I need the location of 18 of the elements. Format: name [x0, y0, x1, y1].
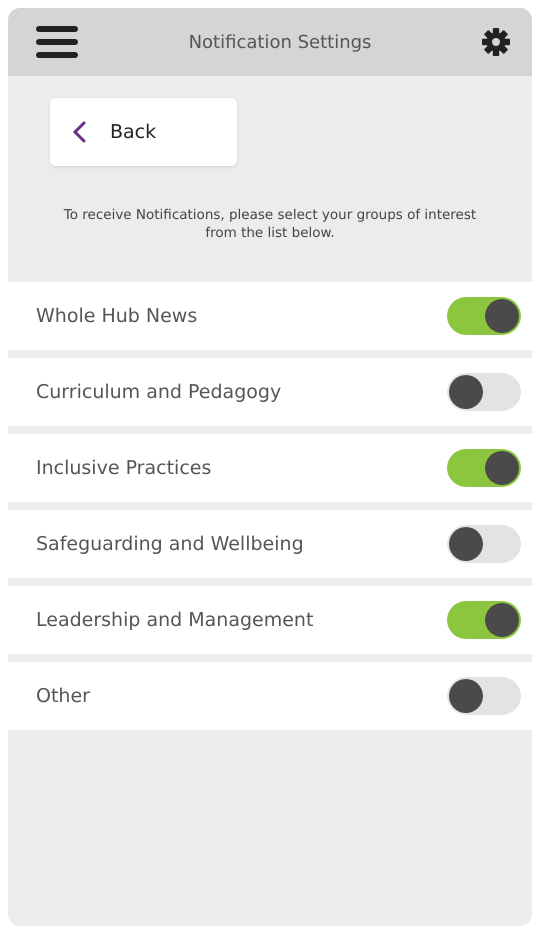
- group-label: Safeguarding and Wellbeing: [36, 533, 304, 555]
- menu-icon[interactable]: [36, 25, 78, 59]
- toggle-switch[interactable]: [447, 297, 521, 335]
- chevron-left-icon: [72, 121, 86, 143]
- toggle-switch[interactable]: [447, 525, 521, 563]
- back-button[interactable]: Back: [50, 98, 237, 166]
- toggle-switch[interactable]: [447, 449, 521, 487]
- group-label: Other: [36, 685, 90, 707]
- toggle-switch[interactable]: [447, 601, 521, 639]
- screen-title: Notification Settings: [188, 32, 372, 52]
- group-label: Inclusive Practices: [36, 457, 212, 479]
- intro-text: To receive Notifications, please select your groups of interest from the list below.: [62, 206, 478, 242]
- toggle-switch[interactable]: [447, 373, 521, 411]
- group-label: Curriculum and Pedagogy: [36, 381, 282, 403]
- group-label: Leadership and Management: [36, 609, 314, 631]
- toggle-switch[interactable]: [447, 677, 521, 715]
- group-label: Whole Hub News: [36, 305, 198, 327]
- settings-icon[interactable]: [482, 28, 510, 56]
